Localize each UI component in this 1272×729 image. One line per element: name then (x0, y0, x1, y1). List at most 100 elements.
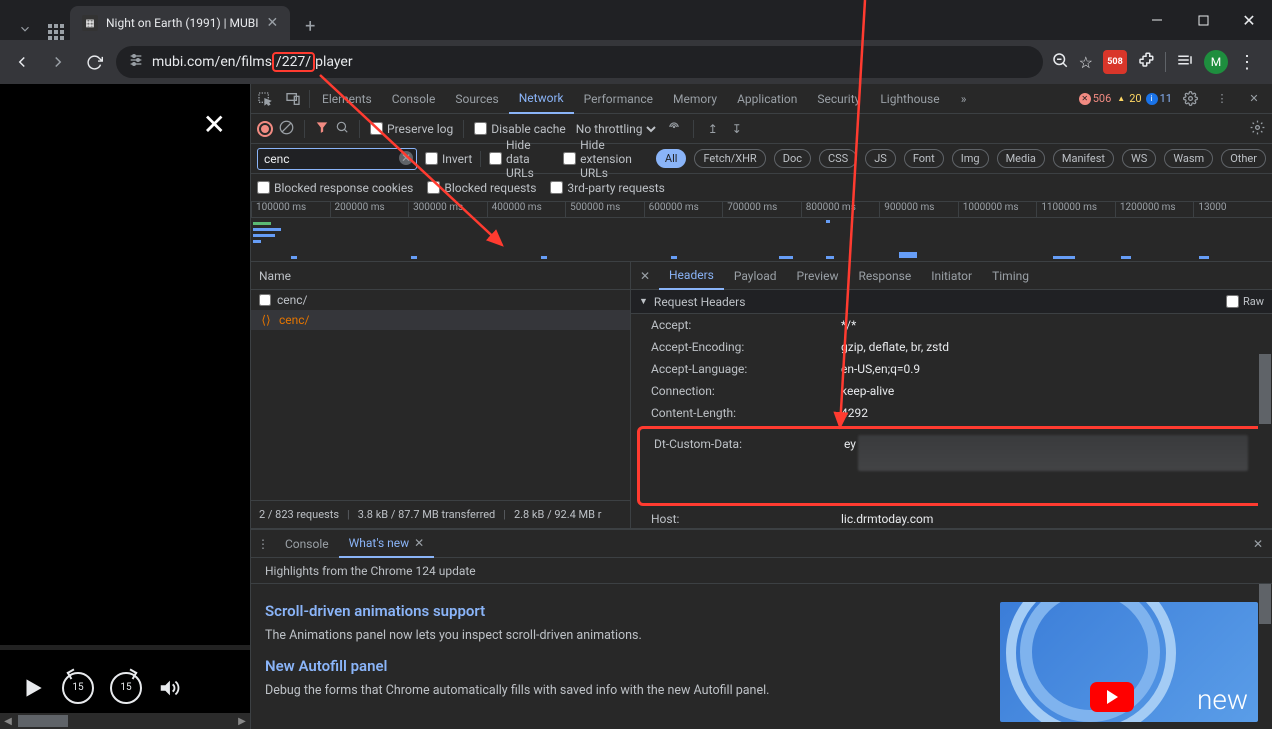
import-har-icon[interactable]: ↥ (704, 122, 722, 136)
whatsnew-h1[interactable]: Scroll-driven animations support (265, 602, 976, 620)
export-har-icon[interactable]: ↧ (728, 122, 746, 136)
drawer-tab-whatsnew[interactable]: What's new ✕ (339, 530, 435, 558)
network-toolbar: Preserve log Disable cache No throttling… (251, 114, 1272, 144)
throttling-select[interactable]: No throttling (572, 121, 659, 137)
close-drawer-icon[interactable]: ✕ (1244, 537, 1272, 551)
close-whatsnew-icon[interactable]: ✕ (411, 536, 424, 550)
preserve-log-checkbox[interactable]: Preserve log (370, 122, 453, 136)
volume-button[interactable] (158, 677, 180, 699)
redacted-value (858, 435, 1248, 471)
third-party-checkbox[interactable]: 3rd-party requests (550, 181, 664, 195)
detail-scrollbar[interactable] (1258, 314, 1272, 528)
request-headers-section[interactable]: ▼Request Headers Raw (631, 290, 1272, 314)
disable-cache-checkbox[interactable]: Disable cache (474, 122, 566, 136)
invert-checkbox[interactable]: Invert (425, 152, 472, 166)
rewind-15-button[interactable]: 15 (62, 672, 94, 704)
video-player: ✕ 15 15 ◀▶ (0, 84, 250, 729)
warning-count[interactable]: ▲20 (1115, 92, 1141, 105)
dtab-payload[interactable]: Payload (724, 262, 787, 290)
dtab-initiator[interactable]: Initiator (921, 262, 982, 290)
side-panel-icon[interactable] (1176, 51, 1194, 73)
chip-fetch-xhr[interactable]: Fetch/XHR (694, 149, 765, 168)
zoom-icon[interactable] (1051, 51, 1069, 73)
dtab-timing[interactable]: Timing (982, 262, 1039, 290)
back-button[interactable] (8, 48, 36, 76)
issue-count[interactable]: i11 (1146, 92, 1172, 105)
tab-close-icon[interactable]: ✕ (267, 15, 279, 31)
drawer-tab-console[interactable]: Console (275, 530, 339, 558)
play-button[interactable] (20, 675, 46, 701)
tab-sources[interactable]: Sources (445, 84, 508, 114)
site-settings-icon[interactable] (128, 52, 144, 72)
more-tabs-icon[interactable]: » (950, 85, 978, 113)
record-button[interactable] (257, 121, 273, 137)
inspect-element-icon[interactable] (251, 85, 279, 113)
device-toolbar-icon[interactable] (279, 85, 307, 113)
tab-security[interactable]: Security (807, 84, 870, 114)
dtab-preview[interactable]: Preview (787, 262, 849, 290)
tab-application[interactable]: Application (727, 84, 807, 114)
close-devtools-icon[interactable]: ✕ (1240, 85, 1268, 113)
close-player-icon[interactable]: ✕ (203, 108, 226, 141)
clear-filter-icon[interactable]: ✕ (399, 151, 413, 165)
tabs-dropdown-icon[interactable] (14, 18, 36, 40)
chip-js[interactable]: JS (865, 149, 896, 168)
request-row[interactable]: cenc/ (251, 290, 630, 310)
minimize-button[interactable] (1134, 0, 1180, 40)
tab-performance[interactable]: Performance (574, 84, 663, 114)
tab-elements[interactable]: Elements (312, 84, 382, 114)
network-settings-icon[interactable] (1248, 120, 1266, 138)
tab-lighthouse[interactable]: Lighthouse (870, 84, 949, 114)
drawer-menu-icon[interactable]: ⋮ (251, 537, 275, 551)
close-detail-icon[interactable]: ✕ (631, 269, 659, 283)
search-icon[interactable] (335, 120, 349, 137)
chip-manifest[interactable]: Manifest (1053, 149, 1114, 168)
chip-ws[interactable]: WS (1122, 149, 1156, 168)
new-tab-button[interactable]: + (296, 12, 324, 40)
bookmark-icon[interactable]: ☆ (1079, 53, 1093, 72)
whatsnew-video-thumb[interactable]: new (1000, 602, 1258, 722)
browser-tab[interactable]: ▦ Night on Earth (1991) | MUBI ✕ (70, 6, 290, 40)
blocked-cookies-checkbox[interactable]: Blocked response cookies (257, 181, 413, 195)
extensions-icon[interactable] (1137, 51, 1155, 73)
apps-icon[interactable] (48, 24, 64, 40)
clear-button[interactable] (279, 120, 294, 138)
chip-all[interactable]: All (656, 149, 687, 168)
network-conditions-icon[interactable] (665, 120, 683, 137)
filter-icon[interactable] (315, 120, 329, 137)
dtab-headers[interactable]: Headers (659, 262, 724, 290)
request-row[interactable]: ⟨⟩cenc/ (251, 310, 630, 330)
blocked-requests-checkbox[interactable]: Blocked requests (427, 181, 536, 195)
profile-avatar[interactable]: M (1204, 50, 1228, 74)
chip-other[interactable]: Other (1221, 149, 1266, 168)
chip-css[interactable]: CSS (819, 149, 857, 168)
tab-network[interactable]: Network (509, 84, 574, 114)
close-window-button[interactable]: ✕ (1226, 0, 1272, 40)
tab-memory[interactable]: Memory (663, 84, 727, 114)
dtab-response[interactable]: Response (848, 262, 921, 290)
chip-img[interactable]: Img (952, 149, 989, 168)
video-progress[interactable] (0, 646, 250, 650)
drawer-scrollbar[interactable] (1258, 584, 1272, 729)
whatsnew-h2[interactable]: New Autofill panel (265, 657, 976, 675)
error-count[interactable]: ✕506 (1079, 92, 1112, 105)
network-timeline[interactable]: 100000 ms 200000 ms 300000 ms 400000 ms … (251, 202, 1272, 262)
chip-doc[interactable]: Doc (774, 149, 811, 168)
forward-15-button[interactable]: 15 (110, 672, 142, 704)
maximize-button[interactable] (1180, 0, 1226, 40)
chip-media[interactable]: Media (997, 149, 1045, 168)
omnibox[interactable]: mubi.com/en/films/227/player (116, 46, 1043, 78)
chrome-menu-icon[interactable]: ⋮ (1238, 52, 1256, 73)
name-column-header[interactable]: Name (251, 262, 630, 290)
settings-icon[interactable] (1176, 85, 1204, 113)
chip-font[interactable]: Font (904, 149, 944, 168)
filter-input[interactable] (257, 148, 417, 170)
devtools-menu-icon[interactable]: ⋮ (1208, 85, 1236, 113)
reload-button[interactable] (80, 48, 108, 76)
forward-button[interactable] (44, 48, 72, 76)
horizontal-scrollbar[interactable]: ◀▶ (0, 713, 250, 729)
raw-checkbox[interactable] (1226, 295, 1239, 308)
chip-wasm[interactable]: Wasm (1164, 149, 1213, 168)
extension-badge[interactable]: 508 (1103, 50, 1127, 74)
tab-console[interactable]: Console (382, 84, 446, 114)
